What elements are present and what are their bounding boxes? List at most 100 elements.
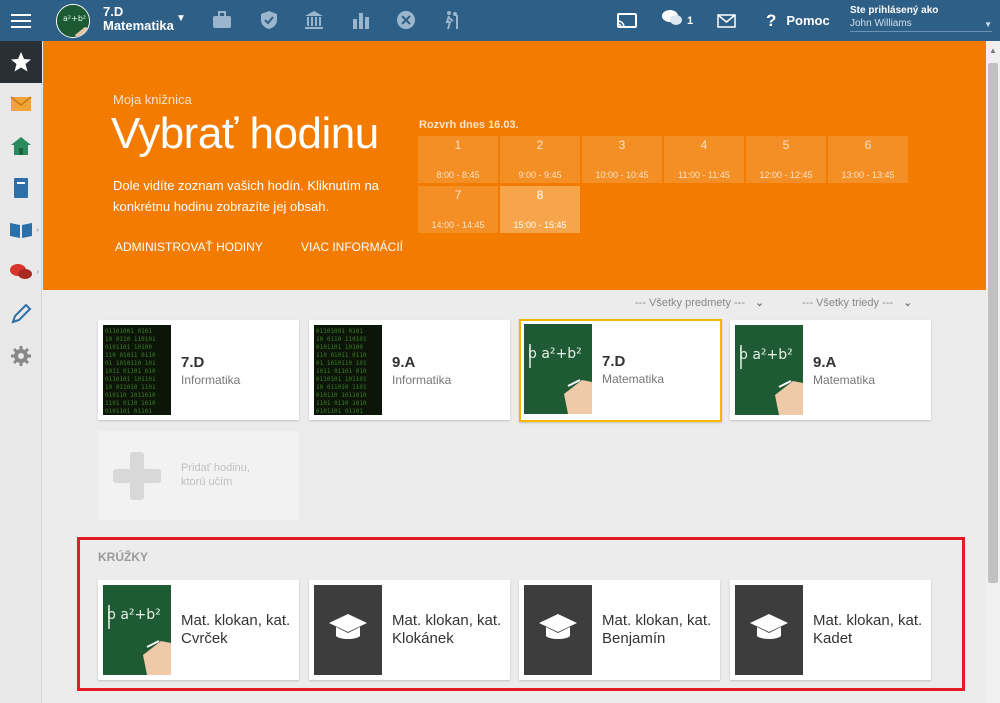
svg-text:01101001 0101: 01101001 0101 — [105, 328, 152, 335]
top-bar: a²+b² 7.D Matematika ▼ 1 ? Pomoc Ste pri… — [0, 0, 1000, 41]
lesson-card-selected[interactable]: b a²+b² 7.D Matematika — [519, 319, 722, 422]
lesson-card[interactable]: 01101001 0101 10 0110 110101 0101101 10100… — [309, 320, 510, 420]
graduation-cap-icon — [538, 612, 578, 649]
login-label: Ste prihlásený ako — [850, 5, 939, 16]
club-card[interactable]: b a²+b² Mat. klokan, kat. Cvrček — [98, 580, 299, 680]
schedule-slot[interactable]: 1 8:00 - 8:45 — [418, 136, 498, 183]
class-avatar[interactable]: a²+b² — [56, 4, 90, 38]
schedule-slot[interactable]: 4 11:00 - 11:45 — [664, 136, 744, 183]
lesson-thumbnail: b a²+b² — [524, 324, 592, 414]
slot-time: 13:00 - 13:45 — [841, 170, 895, 180]
book-icon[interactable]: › — [0, 209, 42, 251]
mail-icon[interactable] — [0, 83, 42, 125]
slot-number: 1 — [454, 138, 462, 152]
svg-text:01 1010110 101: 01 1010110 101 — [316, 360, 367, 367]
svg-text:0110101 101101: 0110101 101101 — [316, 376, 367, 383]
svg-text:010110 1011010: 010110 1011010 — [105, 392, 156, 399]
class-title: 7.D — [103, 4, 124, 19]
schedule-title: Rozvrh dnes 16.03. — [419, 119, 519, 131]
notebook-icon[interactable] — [0, 167, 42, 209]
scrollbar-thumb[interactable] — [988, 63, 998, 583]
chevron-down-icon: ▼ — [984, 20, 992, 29]
more-info-link[interactable]: VIAC INFORMÁCIÍ — [301, 240, 403, 254]
question-icon: ? — [766, 10, 777, 30]
club-card[interactable]: Mat. klokan, kat. Benjamín — [519, 580, 720, 680]
add-lesson-label: Pridať hodinu, ktorú učím — [181, 462, 250, 488]
schedule-slot[interactable]: 6 13:00 - 13:45 — [828, 136, 908, 183]
hero-kicker: Moja knižnica — [113, 92, 192, 107]
briefcase-icon[interactable] — [211, 9, 233, 31]
schedule-slot[interactable]: 3 10:00 - 10:45 — [582, 136, 662, 183]
page-title: Vybrať hodinu — [111, 109, 379, 158]
lesson-subject: Matematika — [813, 373, 876, 387]
bank-icon[interactable] — [303, 9, 325, 31]
club-name: Mat. klokan, kat. Klokánek — [392, 612, 502, 647]
chat-bubbles-icon — [661, 9, 683, 32]
class-filter[interactable]: --- Všetky triedy --- ⌄ — [802, 296, 912, 309]
messages-button[interactable]: 1 — [661, 0, 693, 41]
club-card[interactable]: Mat. klokan, kat. Klokánek — [309, 580, 510, 680]
svg-text:110 01011 0110: 110 01011 0110 — [105, 352, 156, 359]
club-thumbnail — [524, 585, 592, 675]
class-selector[interactable]: 7.D Matematika — [103, 5, 174, 33]
schedule-slot-current[interactable]: 8 15:00 - 15:45 — [500, 186, 580, 233]
club-name: Mat. klokan, kat. Cvrček — [181, 612, 291, 647]
hero-banner: Moja knižnica Vybrať hodinu Dole vidíte … — [43, 41, 986, 290]
svg-text:10 011010 1101: 10 011010 1101 — [316, 384, 367, 391]
chevron-down-icon[interactable]: ▼ — [176, 13, 186, 24]
subject-filter[interactable]: --- Všetky predmety --- ⌄ — [635, 296, 764, 309]
svg-text:110 01011 0110: 110 01011 0110 — [316, 352, 367, 359]
tools-icon[interactable] — [395, 9, 417, 31]
lesson-title: 9.A — [392, 354, 416, 371]
hiking-icon[interactable] — [441, 9, 463, 31]
svg-text:a²+b²: a²+b² — [63, 14, 86, 23]
administer-lessons-link[interactable]: ADMINISTROVAŤ HODINY — [115, 240, 263, 254]
schedule-slot[interactable]: 5 12:00 - 12:45 — [746, 136, 826, 183]
bar-chart-icon[interactable] — [350, 9, 372, 31]
chevron-right-icon: › — [36, 225, 39, 234]
graduation-cap-icon — [328, 612, 368, 649]
lesson-card[interactable]: 01101001 0101 10 0110 110101 0101101 10100… — [98, 320, 299, 420]
svg-text:1101 0110 1010: 1101 0110 1010 — [316, 400, 367, 407]
scrollbar[interactable]: ▲ — [986, 41, 1000, 703]
lesson-title: 9.A — [813, 354, 837, 371]
lesson-title: 7.D — [181, 354, 205, 371]
hamburger-icon[interactable] — [0, 0, 41, 41]
svg-text:01 1010110 101: 01 1010110 101 — [105, 360, 156, 367]
help-label: Pomoc — [786, 13, 830, 28]
gear-icon[interactable] — [0, 335, 42, 377]
mail-icon[interactable] — [717, 0, 736, 41]
add-lesson-card[interactable]: Pridať hodinu, ktorú učím — [98, 431, 299, 520]
user-menu[interactable]: Ste prihlásený ako John Williams ▼ — [850, 5, 992, 32]
slot-number: 2 — [536, 138, 544, 152]
lesson-thumbnail: b a²+b² — [735, 325, 803, 415]
club-card[interactable]: Mat. klokan, kat. Kadet — [730, 580, 931, 680]
messages-count: 1 — [687, 14, 694, 27]
pen-icon[interactable] — [0, 293, 42, 335]
club-thumbnail: b a²+b² — [103, 585, 171, 675]
star-icon[interactable] — [0, 41, 42, 83]
chat-icon[interactable]: › — [0, 251, 42, 293]
class-subject: Matematika — [103, 18, 174, 33]
home-icon[interactable] — [0, 125, 42, 167]
svg-text:10 011010 1101: 10 011010 1101 — [105, 384, 156, 391]
svg-text:0110101 101101: 0110101 101101 — [105, 376, 156, 383]
scroll-up-icon[interactable]: ▲ — [989, 46, 997, 55]
svg-text:010110 1011010: 010110 1011010 — [316, 392, 367, 399]
help-button[interactable]: ? Pomoc — [766, 0, 830, 41]
shield-check-icon[interactable] — [258, 9, 280, 31]
class-filter-value: --- Všetky triedy --- — [802, 297, 894, 309]
schedule-slot[interactable]: 2 9:00 - 9:45 — [500, 136, 580, 183]
slot-time: 8:00 - 8:45 — [436, 170, 480, 180]
svg-text:0101101 01101: 0101101 01101 — [316, 408, 363, 415]
schedule-slot[interactable]: 7 14:00 - 14:45 — [418, 186, 498, 233]
svg-text:0101101 10100: 0101101 10100 — [105, 344, 152, 351]
club-thumbnail — [314, 585, 382, 675]
lesson-subject: Matematika — [602, 372, 665, 386]
clubs-section-title: KRÚŽKY — [98, 550, 148, 564]
slot-number: 7 — [454, 188, 462, 202]
svg-text:1101 0110 1010: 1101 0110 1010 — [105, 400, 156, 407]
cast-icon[interactable] — [617, 0, 637, 41]
slot-time: 12:00 - 12:45 — [759, 170, 813, 180]
lesson-card[interactable]: b a²+b² 9.A Matematika — [730, 320, 931, 420]
